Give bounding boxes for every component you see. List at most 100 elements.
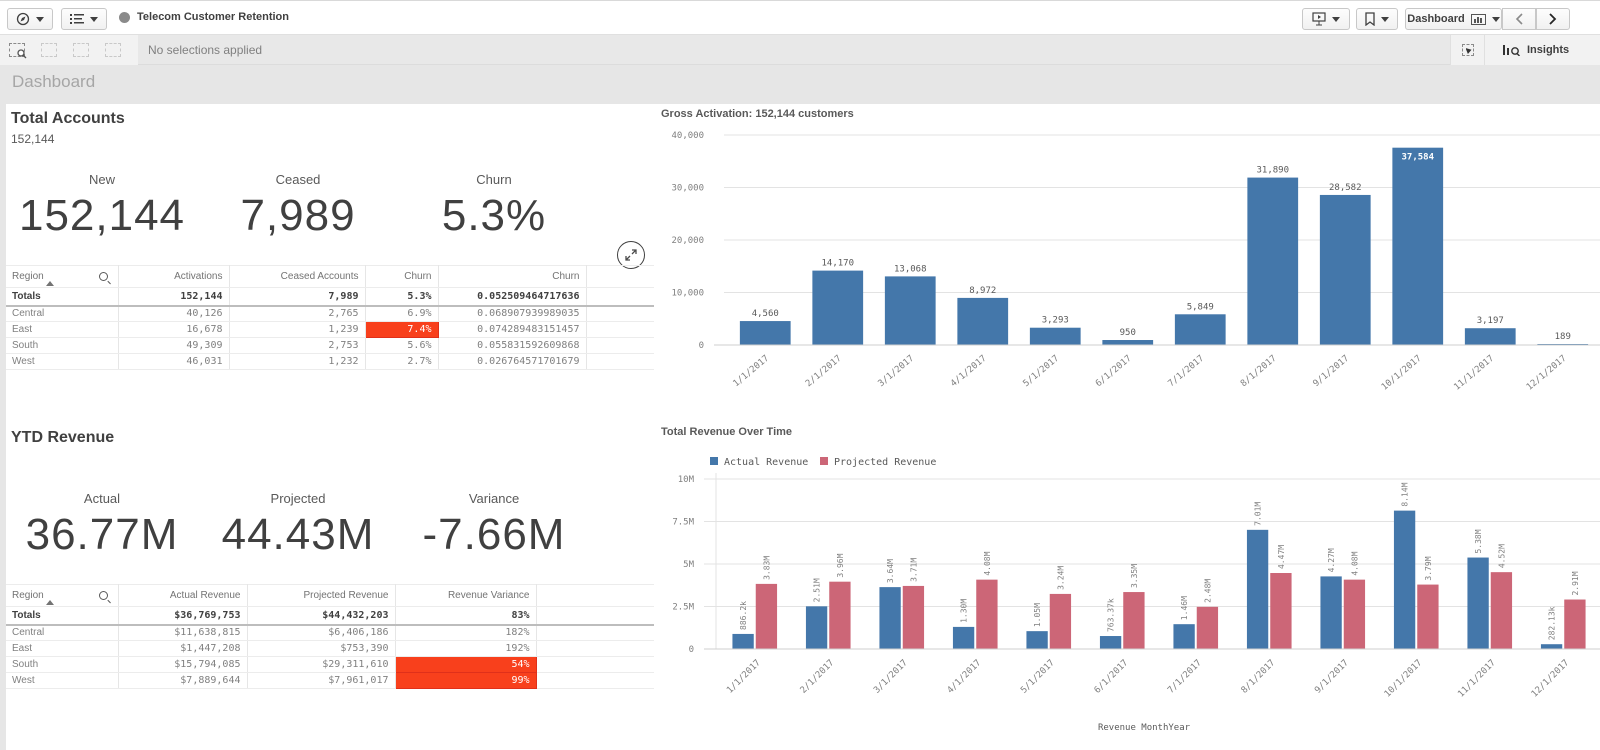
activation-bar[interactable]	[1102, 340, 1154, 345]
clear-selections-icon[interactable]	[105, 43, 121, 57]
projected-revenue-bar[interactable]	[976, 579, 998, 649]
step-back-icon[interactable]	[41, 43, 57, 57]
column-header-churn[interactable]: Churn	[365, 265, 439, 288]
actual-revenue-bar[interactable]	[1099, 636, 1122, 649]
projected-revenue-bar[interactable]	[1270, 573, 1292, 649]
kpi-new-value: 152,144	[18, 191, 186, 240]
table-row[interactable]: West $7,889,644 $7,961,017 99%	[6, 672, 654, 689]
search-icon[interactable]	[98, 272, 108, 281]
activation-bar[interactable]	[1319, 194, 1371, 345]
revenue-bar-chart[interactable]: Actual Revenue Projected Revenue 0 2.5M 5M 7.…	[654, 445, 1600, 750]
column-header-region[interactable]: Region	[6, 584, 119, 607]
table-row[interactable]: East 16,678 1,239 7.4% 0.074289483151457	[6, 321, 654, 338]
assets-menu-button[interactable]	[61, 8, 107, 30]
cell-ceased: 1,239	[229, 321, 366, 338]
actual-revenue-bar[interactable]	[805, 606, 828, 649]
column-header-region[interactable]: Region	[6, 265, 119, 288]
activation-bar[interactable]	[739, 321, 791, 345]
activation-bar[interactable]	[812, 270, 864, 345]
next-sheet-button[interactable]	[1536, 8, 1570, 30]
smart-search-icon[interactable]	[9, 43, 27, 59]
projected-revenue-bar[interactable]	[1564, 599, 1586, 649]
cell-region[interactable]: South	[6, 656, 119, 673]
app-toolbar: Telecom Customer Retention Dashboard	[0, 0, 1600, 35]
projected-revenue-bar[interactable]	[1123, 592, 1145, 649]
projected-revenue-bar[interactable]	[1049, 593, 1072, 649]
activation-bar[interactable]	[1464, 328, 1516, 345]
projected-revenue-bar[interactable]	[1417, 584, 1439, 649]
bar-value-label: 8.14M	[1401, 482, 1410, 506]
cell-region[interactable]: Central	[6, 624, 119, 641]
table-row[interactable]: East $1,447,208 $753,390 192%	[6, 640, 654, 657]
actual-revenue-bar[interactable]	[1246, 529, 1269, 649]
bar-value-label: 28,582	[1329, 183, 1362, 193]
activation-bar[interactable]	[957, 297, 1009, 345]
bar-value-label: 950	[1120, 328, 1136, 338]
column-header-activations[interactable]: Activations	[118, 265, 230, 288]
column-header-variance[interactable]: Revenue Variance	[395, 584, 537, 607]
table-header-row: Region Actual Revenue Projected Revenue …	[6, 584, 654, 607]
x-axis-title: Revenue MonthYear	[1098, 723, 1191, 733]
table-row[interactable]: South 49,309 2,753 5.6% 0.05583159260986…	[6, 337, 654, 354]
projected-revenue-bar[interactable]	[1343, 579, 1366, 649]
actual-revenue-bar[interactable]	[879, 587, 901, 649]
y-tick-label: 0	[699, 341, 704, 351]
actual-revenue-bar[interactable]	[952, 626, 975, 649]
sheet-selector-button[interactable]: Dashboard	[1405, 8, 1502, 30]
activation-bar-chart[interactable]: 0 10,000 20,000 30,000 40,000 4,560 1/1/2017 14…	[654, 120, 1600, 410]
actual-revenue-bar[interactable]	[1540, 644, 1563, 649]
bar-value-label: 4.52M	[1497, 544, 1506, 568]
search-icon[interactable]	[98, 591, 108, 600]
cell-actual: $11,638,815	[118, 624, 248, 641]
navigation-menu-button[interactable]	[7, 8, 53, 30]
accounts-title: Total Accounts	[11, 110, 125, 127]
column-header-ceased[interactable]: Ceased Accounts	[229, 265, 366, 288]
projected-revenue-bar[interactable]	[755, 583, 778, 649]
activation-bar[interactable]	[1247, 177, 1299, 345]
bar-value-label: 37,584	[1401, 153, 1434, 163]
cell-churn: 6.9%	[365, 305, 439, 322]
insights-icon	[1503, 45, 1520, 56]
x-tick-label: 1/1/2017	[732, 354, 772, 390]
previous-sheet-button[interactable]	[1502, 8, 1536, 30]
step-forward-icon[interactable]	[73, 43, 89, 57]
column-header-projected[interactable]: Projected Revenue	[247, 584, 396, 607]
table-row[interactable]: Central $11,638,815 $6,406,186 182%	[6, 624, 654, 641]
actual-revenue-bar[interactable]	[1467, 557, 1489, 649]
present-button[interactable]	[1302, 8, 1350, 30]
cell-region[interactable]: West	[6, 353, 119, 370]
table-row[interactable]: South $15,794,085 $29,311,610 54%	[6, 656, 654, 673]
table-row[interactable]: Central 40,126 2,765 6.9% 0.068907939989…	[6, 305, 654, 322]
table-row[interactable]: West 46,031 1,232 2.7% 0.026764571701679	[6, 353, 654, 370]
insights-button[interactable]: Insights	[1484, 35, 1600, 65]
x-tick-label: 3/1/2017	[872, 658, 910, 696]
cell-region[interactable]: West	[6, 672, 119, 689]
cell-region[interactable]: Central	[6, 305, 119, 322]
cell-region[interactable]: East	[6, 640, 119, 657]
activation-bar[interactable]	[884, 276, 936, 345]
actual-revenue-bar[interactable]	[1173, 624, 1195, 649]
x-tick-label: 9/1/2017	[1312, 354, 1352, 390]
projected-revenue-bar[interactable]	[902, 585, 925, 649]
projected-revenue-bar[interactable]	[1490, 572, 1513, 649]
activation-bar[interactable]	[1392, 147, 1444, 345]
cell-projected: $753,390	[247, 640, 396, 657]
activation-bar[interactable]	[1174, 314, 1226, 345]
projected-revenue-bar[interactable]	[1196, 606, 1219, 649]
column-header-churn-raw[interactable]: Churn	[438, 265, 587, 288]
cell-region[interactable]: East	[6, 321, 119, 338]
bookmarks-button[interactable]	[1356, 8, 1398, 30]
kpi-actual-value: 36.77M	[25, 510, 179, 559]
actual-revenue-bar[interactable]	[1026, 631, 1048, 649]
selections-tool-button[interactable]	[1450, 35, 1484, 65]
actual-revenue-bar[interactable]	[732, 633, 754, 649]
column-header-actual[interactable]: Actual Revenue	[118, 584, 248, 607]
x-tick-label: 3/1/2017	[877, 354, 917, 390]
revenue-title: YTD Revenue	[11, 429, 115, 446]
bookmark-icon	[1365, 12, 1375, 26]
activation-bar[interactable]	[1029, 327, 1081, 345]
actual-revenue-bar[interactable]	[1320, 576, 1342, 649]
projected-revenue-bar[interactable]	[829, 581, 851, 649]
cell-region[interactable]: South	[6, 337, 119, 354]
actual-revenue-bar[interactable]	[1393, 510, 1416, 649]
